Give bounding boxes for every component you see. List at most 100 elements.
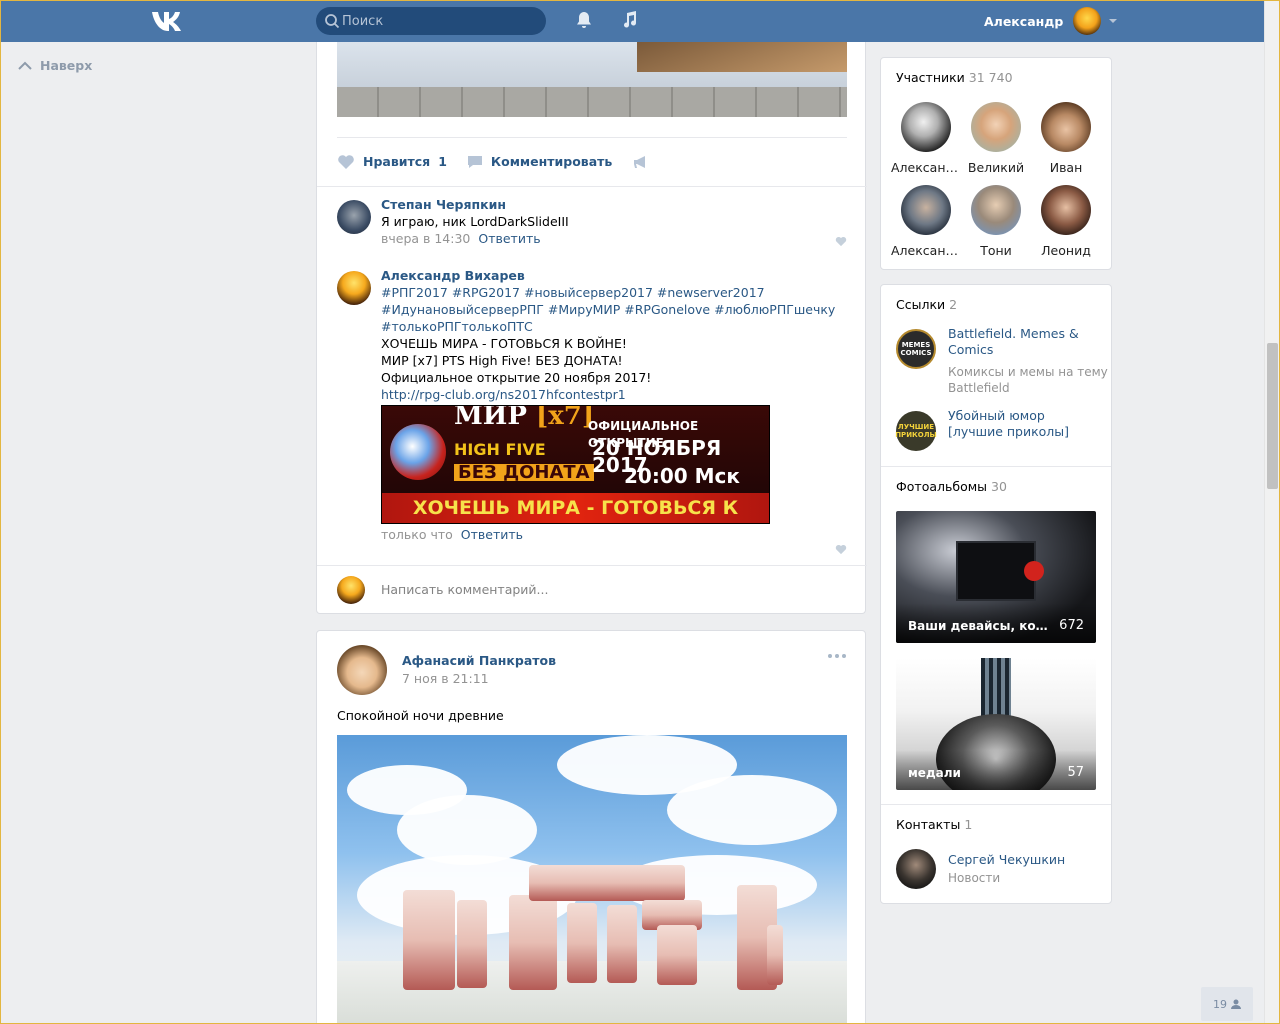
- bell-icon[interactable]: [574, 10, 594, 30]
- member-avatar: [1041, 185, 1091, 235]
- banner-mir: МИР: [454, 405, 527, 431]
- member-name: Александр Петров: [891, 160, 961, 175]
- back-to-top-label: Наверх: [40, 58, 93, 73]
- like-label: Нравится: [363, 154, 431, 169]
- post-author[interactable]: Афанасий Панкратов: [402, 653, 556, 668]
- album-count: 57: [1067, 765, 1084, 780]
- banner-no-donate: БЕЗ ДОНАТА: [454, 464, 594, 482]
- comment-link[interactable]: http://rpg-club.org/ns2017hfcontestpr1: [381, 386, 847, 403]
- post-author-avatar[interactable]: [337, 645, 387, 695]
- eagle-emblem-icon: [390, 424, 446, 480]
- contact-name[interactable]: Сергей Чекушкин: [948, 852, 1098, 868]
- post-image[interactable]: [337, 42, 847, 117]
- post-image[interactable]: [337, 735, 847, 1024]
- comment-button[interactable]: Комментировать: [467, 154, 612, 170]
- chevron-down-icon: [1109, 19, 1118, 23]
- scrollbar-thumb[interactable]: [1267, 343, 1278, 489]
- comment-time[interactable]: только что: [381, 527, 453, 542]
- comment-avatar[interactable]: [337, 200, 371, 234]
- comment-text: МИР [x7] PTS High Five! БЕЗ ДОНАТА!: [381, 353, 623, 368]
- link-logo: ЛУЧШИЕ ПРИКОЛЫ: [895, 411, 937, 451]
- banner-time: 20:00 Мск: [624, 464, 740, 488]
- member-item[interactable]: Тони: [961, 185, 1031, 258]
- banner-high-five: HIGH FIVE: [454, 440, 546, 459]
- user-menu[interactable]: Александр: [984, 0, 1118, 42]
- like-button[interactable]: Нравится 1: [337, 154, 447, 170]
- member-avatar: [971, 185, 1021, 235]
- search-input[interactable]: [342, 7, 538, 35]
- member-item[interactable]: Александр: [891, 185, 961, 258]
- member-name: Александр: [891, 243, 961, 258]
- banner-slogan: ХОЧЕШЬ МИРА - ГОТОВЬСЯ К ВОЙНЕ: [382, 493, 769, 523]
- albums-count: 30: [991, 479, 1007, 494]
- album-count: 672: [1059, 618, 1084, 633]
- link-title[interactable]: Battlefield. Memes & Comics: [948, 326, 1098, 358]
- hashtags[interactable]: #РПГ2017 #RPG2017 #новыйсервер2017 #news…: [381, 284, 847, 301]
- comment-time[interactable]: вчера в 14:30: [381, 231, 470, 246]
- share-button[interactable]: [632, 154, 656, 170]
- reply-link[interactable]: Ответить: [461, 527, 523, 542]
- comment-input[interactable]: [373, 575, 843, 603]
- user-avatar: [1073, 7, 1102, 35]
- albums-title[interactable]: Фотоальбомы: [896, 479, 987, 494]
- contacts-title[interactable]: Контакты: [896, 817, 960, 832]
- hashtags[interactable]: #толькоРПГтолькоПТС: [381, 318, 847, 335]
- post-actions: Нравится 1 Комментировать: [337, 137, 847, 185]
- music-icon[interactable]: [620, 10, 640, 30]
- page-scrollbar[interactable]: [1264, 0, 1280, 1024]
- person-icon: [1231, 999, 1241, 1009]
- member-item[interactable]: Великий: [961, 102, 1031, 175]
- member-item[interactable]: Александр Петров: [891, 102, 961, 175]
- post-card: Нравится 1 Комментировать Степан Черяпки…: [316, 42, 867, 614]
- comment-author[interactable]: Степан Черяпкин: [381, 196, 847, 213]
- banner-x7: [x7]: [535, 405, 595, 431]
- link-logo: MEMES COMICS: [896, 329, 936, 369]
- members-block: Участники31 740 Александр Петров Великий…: [880, 57, 1112, 270]
- member-name: Леонид: [1041, 243, 1091, 258]
- comment-author[interactable]: Александр Вихарев: [381, 267, 847, 284]
- comment-label: Комментировать: [490, 154, 613, 169]
- new-comment-box: [317, 565, 867, 612]
- more-options-icon[interactable]: [827, 653, 847, 659]
- contact-avatar: [896, 849, 936, 889]
- post-text: Спокойной ночи древние: [337, 708, 504, 723]
- comment-item: Александр Вихарев #РПГ2017 #RPG2017 #нов…: [337, 268, 847, 556]
- link-title[interactable]: Убойный юмор [лучшие приколы]: [948, 408, 1098, 440]
- post-card: Афанасий Панкратов 7 ноя в 21:11 Спокойн…: [316, 630, 866, 1024]
- search-box[interactable]: [316, 7, 546, 35]
- heart-icon[interactable]: [835, 236, 847, 247]
- member-item[interactable]: Леонид: [1031, 185, 1101, 258]
- user-name: Александр: [984, 13, 1064, 29]
- comment-item: Степан Черяпкин Я играю, ник LordDarkSli…: [337, 197, 847, 260]
- info-block: Ссылки 2 MEMES COMICS Battlefield. Memes …: [880, 284, 1112, 904]
- album-title: медали: [908, 766, 961, 780]
- reply-link[interactable]: Ответить: [478, 231, 540, 246]
- member-name: Иван: [1049, 160, 1083, 175]
- post-date[interactable]: 7 ноя в 21:11: [402, 671, 489, 686]
- member-avatar: [971, 102, 1021, 152]
- heart-icon: [338, 154, 354, 169]
- comment-banner-image[interactable]: МИР [x7] HIGH FIVE БЕЗ ДОНАТА ОФИЦИАЛЬНО…: [381, 405, 770, 524]
- back-to-top-link[interactable]: Наверх: [18, 58, 92, 73]
- top-header: Александр: [0, 0, 1264, 42]
- megaphone-icon: [634, 155, 646, 168]
- comment-avatar[interactable]: [337, 271, 371, 305]
- member-avatar: [901, 102, 951, 152]
- vk-logo-icon[interactable]: [150, 8, 186, 32]
- contacts-count: 1: [964, 817, 973, 832]
- comment-text: Я играю, ник LordDarkSlideIII: [381, 214, 569, 229]
- album-item[interactable]: Ваши девайсы, компьютеры 672: [896, 511, 1096, 643]
- hashtags[interactable]: #ИдунановыйсерверРПГ #МируМИР #RPGonelov…: [381, 301, 847, 318]
- online-friends-button[interactable]: 19: [1201, 987, 1253, 1021]
- member-item[interactable]: Иван: [1031, 102, 1101, 175]
- chevron-up-icon: [18, 61, 32, 70]
- contact-role: Новости: [948, 871, 1001, 885]
- heart-icon[interactable]: [835, 544, 847, 555]
- member-avatar: [1041, 102, 1091, 152]
- album-item[interactable]: медали 57: [896, 658, 1096, 790]
- comment-text: Официальное открытие 20 ноября 2017!: [381, 370, 652, 385]
- comment-text: ХОЧЕШЬ МИРА - ГОТОВЬСЯ К ВОЙНЕ!: [381, 336, 627, 351]
- members-title[interactable]: Участники: [896, 70, 965, 85]
- member-avatar: [901, 185, 951, 235]
- links-title[interactable]: Ссылки: [896, 297, 945, 312]
